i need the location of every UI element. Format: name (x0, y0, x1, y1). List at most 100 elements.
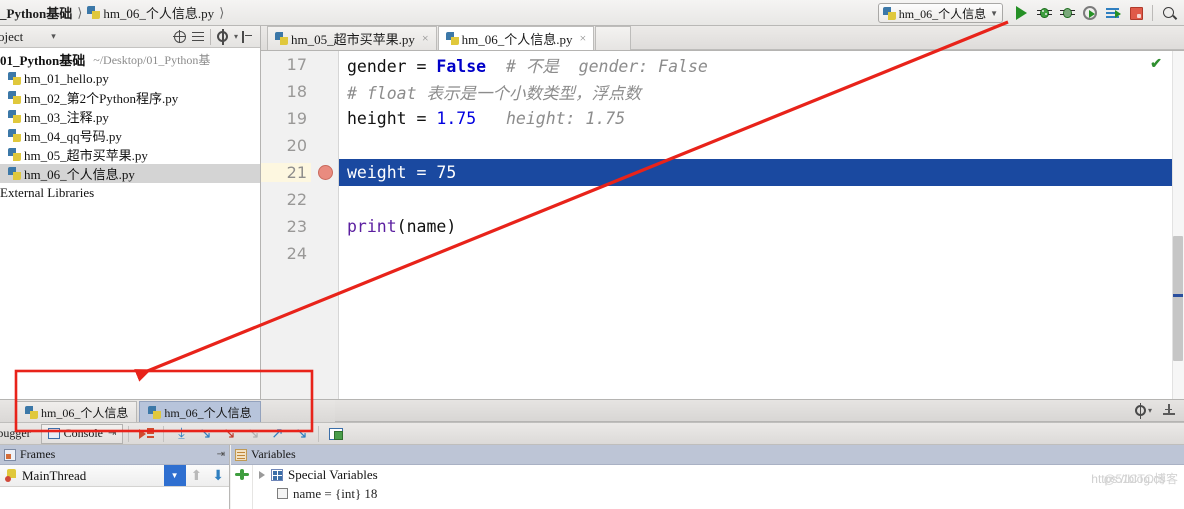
search-everywhere-button[interactable] (1158, 2, 1180, 24)
python-file-icon (8, 91, 21, 104)
run-with-coverage-button[interactable] (1079, 2, 1101, 24)
tree-row-root[interactable]: 01_Python基础 ~/Desktop/01_Python基 (0, 50, 260, 69)
editor-tab-label: hm_06_个人信息.py (461, 32, 573, 47)
debugger-tab-label[interactable]: ebugger (0, 426, 37, 441)
evaluate-expression-button[interactable] (324, 424, 348, 444)
run-to-cursor-icon: ↗ (271, 425, 284, 442)
code-line[interactable]: 17 gender = False # 不是 gender: False (261, 51, 1184, 78)
collapse-all-icon (172, 29, 186, 43)
tree-row-file-5[interactable]: hm_06_个人信息.py (0, 164, 260, 183)
run-tab-0[interactable]: hm_06_个人信息 (16, 401, 138, 422)
editor-tab-bar: hm_05_超市买苹果.py × hm_06_个人信息.py × (261, 26, 1184, 51)
step-over-icon: ⤓ (178, 425, 185, 442)
code-line[interactable]: 22 (261, 186, 1184, 213)
scrollbar-thumb[interactable] (1173, 236, 1183, 361)
variable-row-special[interactable]: Special Variables (231, 465, 1184, 484)
variable-value-icon (277, 488, 288, 499)
code-line[interactable]: 24 (261, 240, 1184, 267)
tree-row-file-0[interactable]: hm_01_hello.py (0, 69, 260, 88)
python-file-icon (8, 72, 21, 85)
variable-row-name[interactable]: name = {int} 18 (231, 484, 1184, 503)
stop-button[interactable] (1125, 2, 1147, 24)
rerun-button[interactable] (134, 424, 158, 444)
step-out-button[interactable]: ↘ (241, 424, 265, 444)
editor-area: hm_05_超市买苹果.py × hm_06_个人信息.py × ✔ 17 ge… (261, 26, 1184, 399)
tree-item-label: hm_01_hello.py (24, 70, 109, 86)
debug-button[interactable] (1033, 2, 1055, 24)
step-over-button[interactable]: ⤓ (169, 424, 193, 444)
pin-icon[interactable]: ⇥ (217, 449, 225, 460)
run-tool-window-tabs: hm_06_个人信息 hm_06_个人信息 (0, 399, 335, 422)
bug-profile-icon (1059, 6, 1075, 20)
python-file-icon (445, 32, 459, 45)
run-configuration-selector[interactable]: hm_06_个人信息 ▼ (877, 3, 1003, 23)
python-file-icon (25, 405, 38, 419)
expander-icon[interactable] (259, 470, 265, 479)
close-icon[interactable]: × (580, 31, 587, 46)
editor-tab-filler (631, 26, 1184, 50)
tree-row-file-4[interactable]: hm_05_超市买苹果.py (0, 145, 260, 164)
console-tab[interactable]: Console ⇥ (40, 423, 124, 444)
chevron-down-icon[interactable]: ▾ (51, 31, 56, 42)
tree-row-external-libraries[interactable]: External Libraries (0, 183, 260, 202)
breadcrumb-file[interactable]: hm_06_个人信息.py (103, 3, 214, 22)
frame-down-button[interactable]: ⬇ (207, 467, 229, 484)
python-file-icon (87, 6, 101, 19)
gear-icon (217, 29, 229, 45)
evaluate-icon (329, 427, 344, 440)
add-watch-icon[interactable] (234, 469, 249, 483)
tree-row-file-2[interactable]: hm_03_注释.py (0, 107, 260, 126)
collapse-all-button[interactable] (171, 28, 189, 46)
frame-up-button[interactable]: ⬆ (186, 467, 208, 484)
drop-frame-button[interactable]: ↘ (289, 424, 313, 444)
project-settings-button[interactable] (214, 28, 232, 46)
close-icon[interactable]: × (422, 31, 429, 46)
thread-name: MainThread (22, 467, 87, 483)
editor-tab-placeholder (595, 26, 632, 50)
code-line[interactable]: 20 (261, 132, 1184, 159)
step-into-button[interactable]: ↘ (193, 424, 217, 444)
debug-settings-button[interactable]: ▾ (1134, 403, 1152, 419)
editor-text-area[interactable]: ✔ 17 gender = False # 不是 gender: False 1… (261, 51, 1184, 399)
line-number: 19 (286, 109, 307, 128)
editor-tab-0[interactable]: hm_05_超市买苹果.py × (267, 26, 437, 50)
tree-row-file-3[interactable]: hm_04_qq号码.py (0, 126, 260, 145)
line-number: 23 (286, 217, 307, 236)
pin-icon[interactable]: ⇥ (108, 428, 116, 439)
bug-icon (1036, 6, 1052, 20)
gear-icon (1134, 403, 1146, 419)
code-line-current[interactable]: 21 weight = 75 (261, 159, 1184, 186)
chevron-down-icon: ▾ (1147, 406, 1152, 415)
thread-selector-row[interactable]: MainThread ▼ ⬆ ⬇ (0, 465, 229, 487)
run-config-label: hm_06_个人信息 (898, 6, 987, 21)
editor-tab-1[interactable]: hm_06_个人信息.py × (437, 26, 595, 50)
run-tab-1[interactable]: hm_06_个人信息 (139, 401, 261, 422)
hide-panel-button[interactable] (238, 28, 256, 46)
debug-toolbar: ebugger Console ⇥ ⤓ ↘ ↘ ↘ ↗ ↘ (0, 422, 1184, 445)
code-lines: 17 gender = False # 不是 gender: False 18 … (261, 51, 1184, 399)
run-button[interactable] (1010, 2, 1032, 24)
thread-dropdown-button[interactable]: ▼ (163, 465, 186, 486)
line-number: 17 (286, 55, 307, 74)
run-with-profiler-button[interactable] (1056, 2, 1078, 24)
editor-vertical-scrollbar[interactable] (1172, 51, 1184, 399)
force-step-into-button[interactable]: ↘ (217, 424, 241, 444)
thread-icon (5, 469, 18, 482)
expand-all-button[interactable] (189, 28, 207, 46)
chevron-down-icon: ▼ (170, 471, 179, 480)
breakpoint-icon[interactable] (317, 165, 333, 180)
tree-row-file-1[interactable]: hm_02_第2个Python程序.py (0, 88, 260, 107)
special-variables-icon (271, 468, 283, 481)
hide-panel-button[interactable] (1162, 403, 1176, 418)
line-number: 22 (286, 190, 307, 209)
run-to-cursor-button[interactable]: ↗ (265, 424, 289, 444)
code-line[interactable]: 19 height = 1.75 height: 1.75 (261, 105, 1184, 132)
code-line[interactable]: 23 print(name) (261, 213, 1184, 240)
frames-title: Frames (20, 447, 56, 461)
toolbar-divider (1152, 5, 1153, 21)
breakpoint-marker[interactable] (311, 165, 339, 180)
code-line[interactable]: 18 # float 表示是一个小数类型，浮点数 (261, 78, 1184, 105)
run-flow-button[interactable] (1102, 2, 1124, 24)
project-panel-title[interactable]: oject (0, 29, 23, 45)
breadcrumb-project[interactable]: _Python基础 (0, 3, 72, 22)
